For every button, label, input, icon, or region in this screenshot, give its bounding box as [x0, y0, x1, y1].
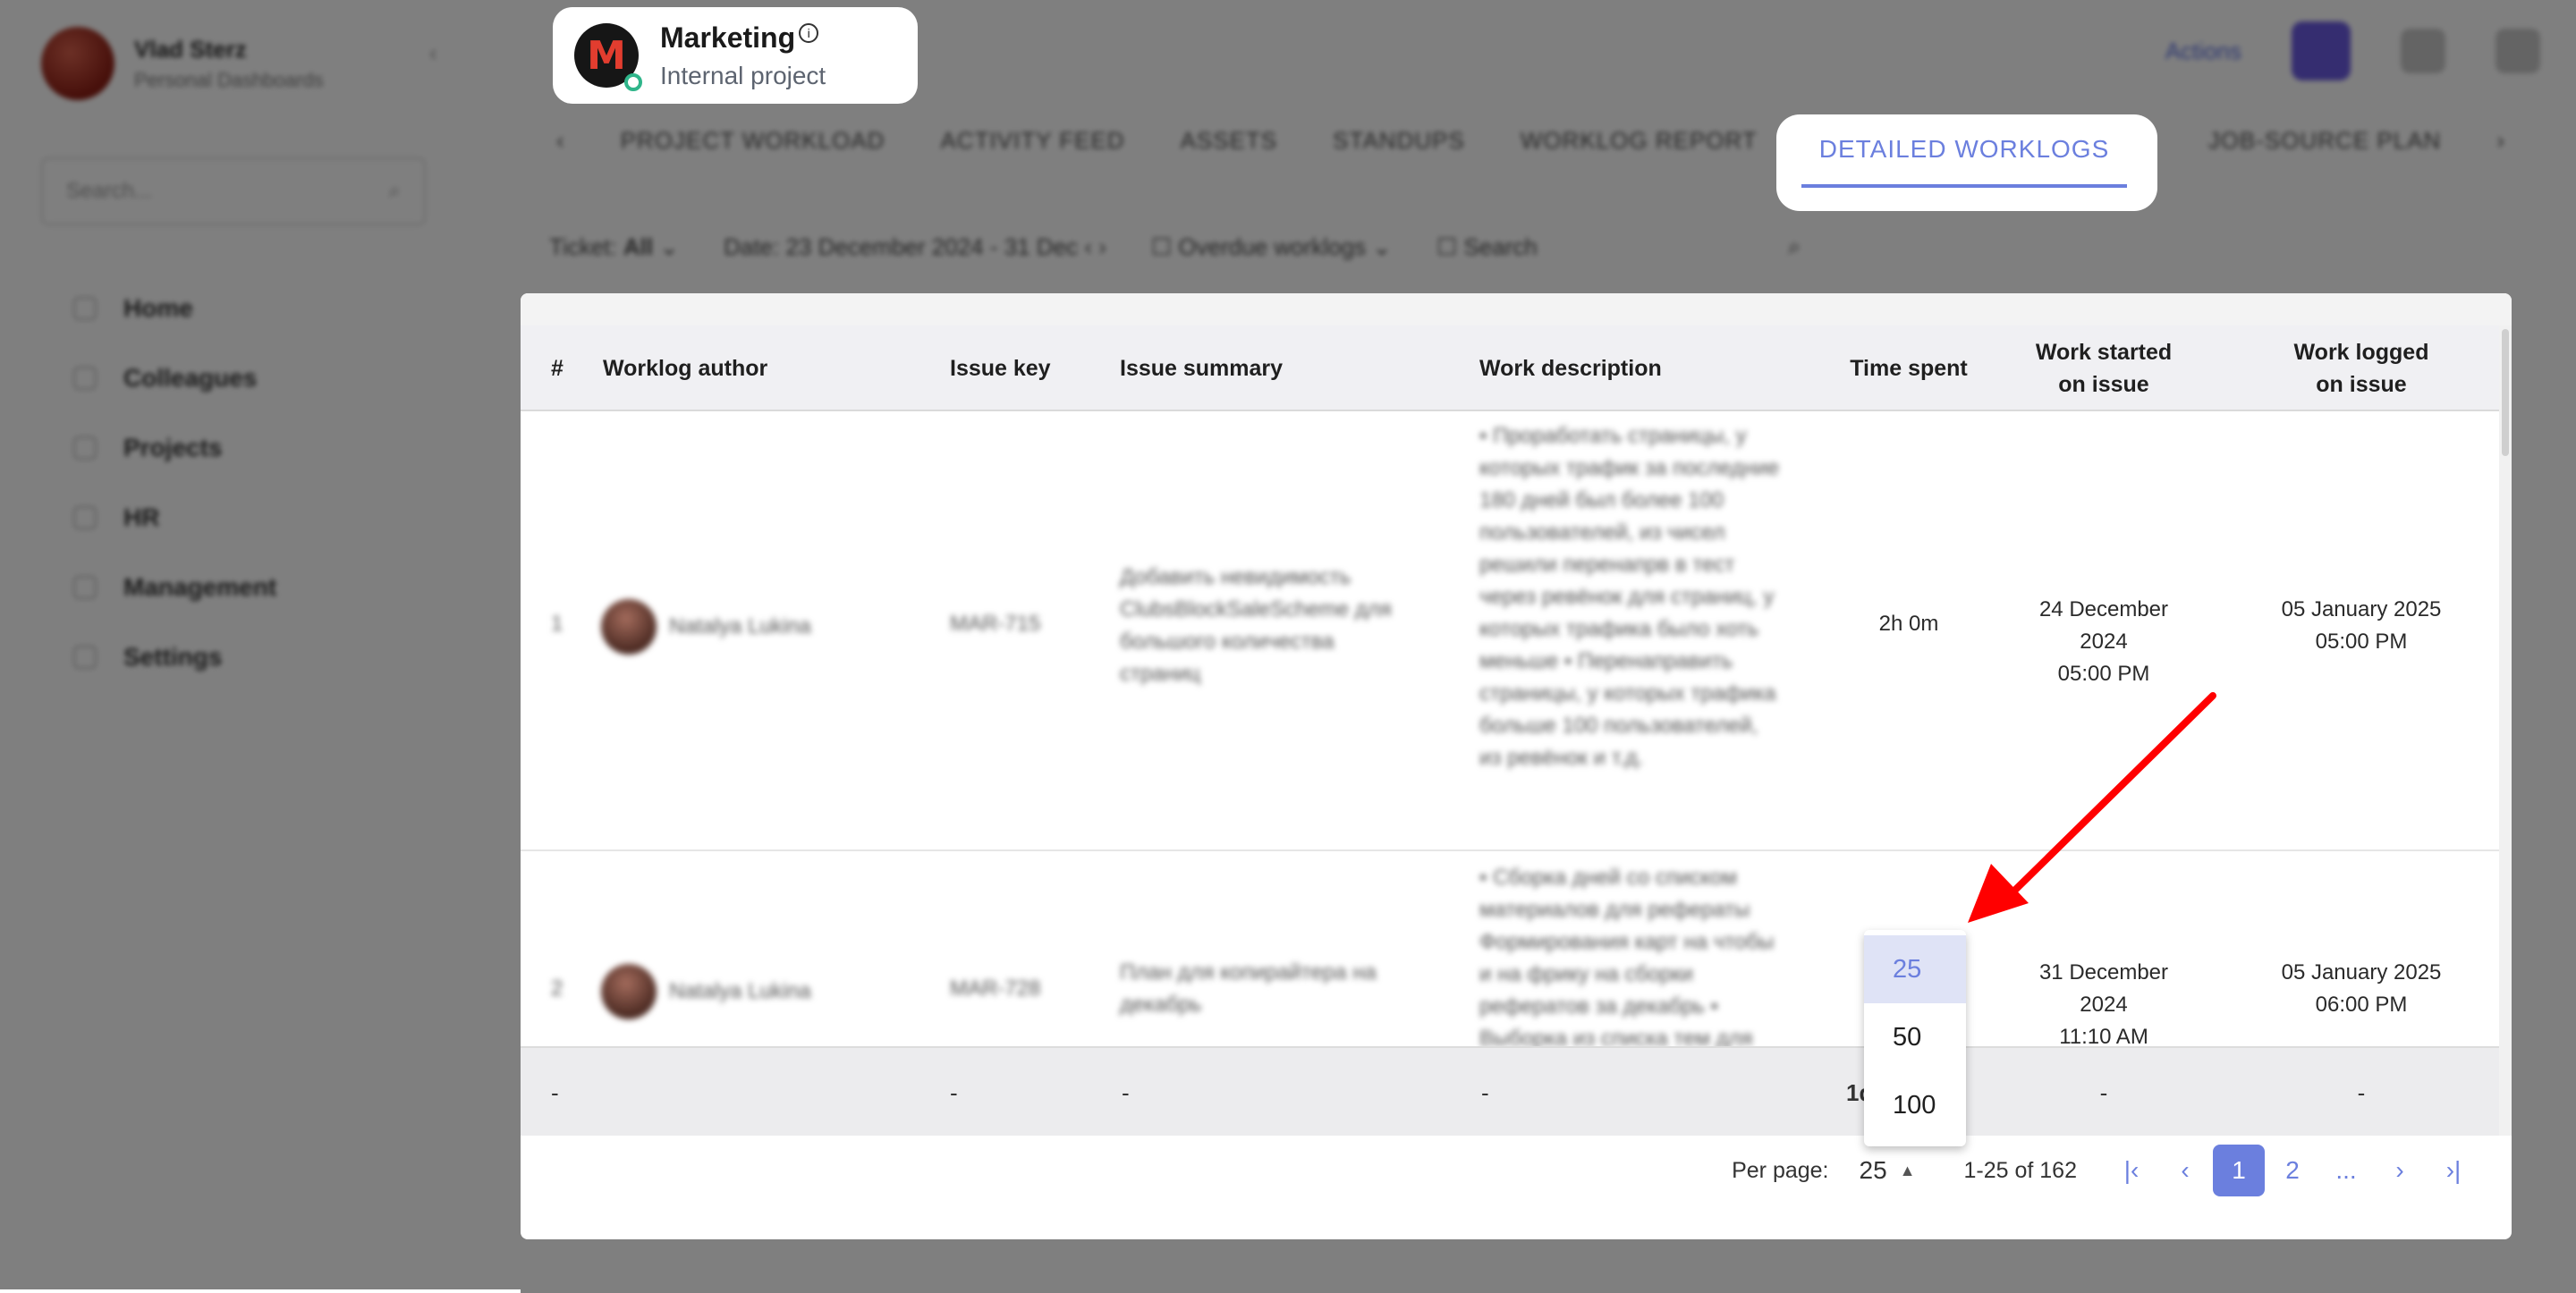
per-page-option-25[interactable]: 25 — [1864, 935, 1966, 1003]
issue-summary: План для копирайтера на декабрь — [1120, 960, 1377, 1017]
tab-detailed-worklogs[interactable]: DETAILED WORKLOGS — [1801, 131, 2127, 188]
per-page-option-50[interactable]: 50 — [1864, 1003, 1966, 1071]
scrollbar-thumb[interactable] — [2502, 329, 2509, 456]
total-number: - — [551, 1078, 559, 1106]
column-header-work-logged[interactable]: Work logged on issue — [2281, 325, 2442, 411]
worklog-author[interactable]: Natalya Lukina — [601, 599, 811, 655]
worklog-author[interactable]: Natalya Lukina — [601, 964, 811, 1019]
pagination: Per page: 25 ▲ 1-25 of 162 |‹ ‹ 1 2 ... … — [1732, 1141, 2479, 1200]
issue-key[interactable]: MAR-715 — [950, 612, 1040, 637]
total-work-logged: - — [2357, 1078, 2366, 1106]
total-work-description: - — [1481, 1078, 1489, 1106]
work-logged: 05 January 2025 05:00 PM — [2281, 597, 2442, 654]
issue-summary: Добавить невидимость ClubsBlockSaleSchem… — [1120, 565, 1392, 686]
project-logo: M — [574, 23, 642, 91]
page-button-2[interactable]: 2 — [2267, 1145, 2318, 1196]
per-page-label: Per page: — [1732, 1157, 1829, 1183]
project-subtitle: Internal project — [660, 61, 826, 89]
project-title: Marketing — [660, 21, 796, 54]
next-page-icon[interactable]: › — [2374, 1145, 2426, 1196]
avatar — [601, 964, 657, 1019]
panel-toolbar — [521, 293, 2512, 325]
column-header-work-started[interactable]: Work started on issue — [2023, 325, 2184, 411]
total-issue-key: - — [950, 1078, 958, 1106]
column-header-issue-summary[interactable]: Issue summary — [1120, 325, 1283, 411]
row-number: 2 — [551, 976, 564, 1001]
project-header[interactable]: M Marketing i Internal project — [553, 7, 918, 104]
page-button-1[interactable]: 1 — [2213, 1145, 2265, 1196]
per-page-select[interactable]: 25 — [1860, 1156, 1887, 1185]
work-description: • Сборка дней со списком материалов для … — [1479, 866, 1775, 1051]
column-header-work-description[interactable]: Work description — [1479, 325, 1662, 411]
worklogs-table-panel: # Worklog author Issue key Issue summary… — [521, 293, 2512, 1239]
work-logged: 05 January 2025 06:00 PM — [2281, 960, 2442, 1017]
row-number: 1 — [551, 612, 564, 636]
author-name: Natalya Lukina — [669, 614, 811, 638]
work-started: 31 December 2024 11:10 AM — [2038, 960, 2169, 1049]
tab-detailed-worklogs-card: DETAILED WORKLOGS — [1776, 114, 2157, 211]
time-spent: 2h 0m — [1878, 612, 1939, 636]
column-header-issue-key[interactable]: Issue key — [950, 325, 1051, 411]
column-header-time-spent[interactable]: Time spent — [1837, 325, 1980, 411]
author-name: Natalya Lukina — [669, 979, 811, 1003]
status-dot-icon — [624, 73, 642, 91]
total-work-started: - — [2099, 1078, 2108, 1106]
avatar — [601, 599, 657, 655]
table-header: # Worklog author Issue key Issue summary… — [521, 325, 2499, 411]
total-issue-summary: - — [1122, 1078, 1130, 1106]
last-page-icon[interactable]: ›| — [2428, 1145, 2479, 1196]
issue-key[interactable]: MAR-728 — [950, 976, 1040, 1001]
column-header-number[interactable]: # — [551, 325, 564, 411]
prev-page-icon[interactable]: ‹ — [2159, 1145, 2211, 1196]
work-description: • Проработать страницы, у которых трафик… — [1479, 424, 1780, 770]
column-header-author[interactable]: Worklog author — [603, 325, 767, 411]
overlay-edge — [0, 1289, 521, 1293]
table-scrollbar[interactable] — [2499, 325, 2512, 1136]
table-row[interactable]: 1 Natalya Lukina MAR-715 Добавить невиди… — [521, 411, 2499, 851]
m-logo-icon: M — [587, 32, 626, 79]
first-page-icon[interactable]: |‹ — [2106, 1145, 2157, 1196]
per-page-option-100[interactable]: 100 — [1864, 1071, 1966, 1139]
page-ellipsis[interactable]: ... — [2320, 1145, 2372, 1196]
caret-up-icon[interactable]: ▲ — [1900, 1162, 1916, 1180]
per-page-dropdown: 25 50 100 — [1864, 930, 1966, 1146]
work-started: 24 December 2024 05:00 PM — [2038, 597, 2169, 686]
info-icon[interactable]: i — [799, 22, 819, 43]
totals-row: - - - - 1d - - — [521, 1046, 2499, 1136]
page-range: 1-25 of 162 — [1963, 1157, 2078, 1183]
